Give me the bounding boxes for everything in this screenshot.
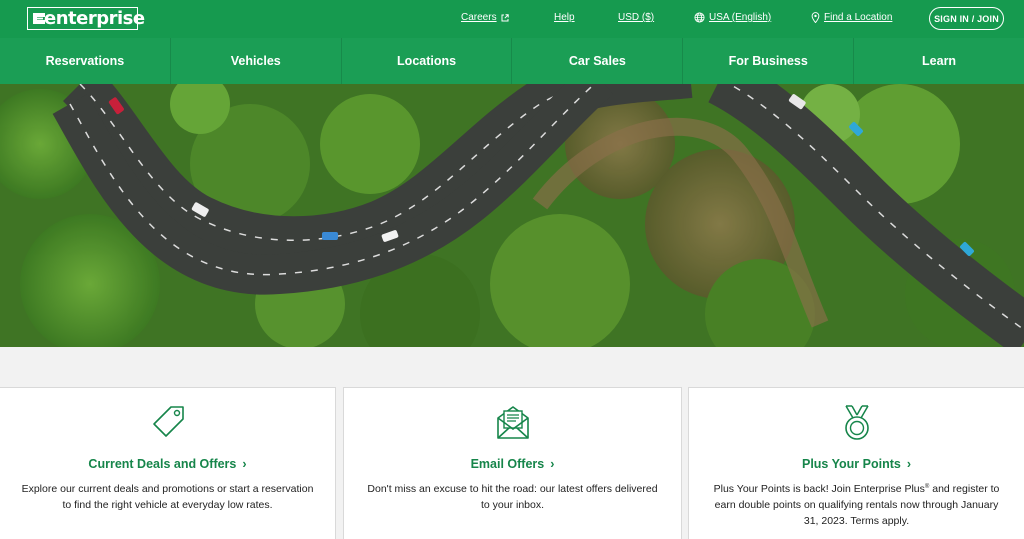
nav-item-reservations[interactable]: Reservations	[0, 38, 171, 84]
currency-selector[interactable]: USD ($)	[618, 12, 654, 23]
chevron-right-icon: ›	[550, 457, 555, 471]
email-offers-card-title[interactable]: Email Offers ›	[344, 457, 681, 471]
region-label: USA (English)	[709, 12, 772, 23]
enterprise-logo[interactable]: enterprise	[27, 7, 145, 30]
deals-card-title-text: Current Deals and Offers	[88, 457, 237, 471]
find-location-link[interactable]: Find a Location	[811, 12, 892, 23]
nav-item-learn[interactable]: Learn	[854, 38, 1024, 84]
careers-link[interactable]: Careers	[461, 12, 509, 23]
plus-points-card-title-text: Plus Your Points	[801, 457, 901, 471]
email-offers-card-description: Don't miss an excuse to hit the road: ou…	[367, 483, 658, 511]
utility-bar: enterprise Careers Help USD ($) USA (Eng…	[0, 0, 1024, 38]
find-location-label: Find a Location	[824, 12, 893, 23]
registered-mark: ®	[924, 484, 930, 490]
sign-in-join-button[interactable]: SIGN IN / JOIN	[929, 7, 1004, 30]
main-nav: Reservations Vehicles Locations Car Sale…	[0, 38, 1024, 84]
help-link[interactable]: Help	[554, 12, 575, 23]
help-label: Help	[554, 12, 575, 23]
careers-label: Careers	[461, 12, 497, 23]
external-link-icon	[501, 13, 509, 21]
medal-icon	[844, 405, 869, 440]
deals-card-description: Explore our current deals and promotions…	[21, 483, 314, 511]
chevron-right-icon: ›	[906, 457, 912, 471]
region-selector[interactable]: USA (English)	[694, 12, 771, 23]
plus-points-card-title[interactable]: Plus Your Points ›	[689, 457, 1024, 471]
nav-item-vehicles[interactable]: Vehicles	[171, 38, 342, 84]
email-envelope-icon	[496, 406, 529, 439]
location-pin-icon	[811, 12, 820, 23]
chevron-right-icon: ›	[242, 457, 247, 471]
plus-points-card[interactable]: Plus Your Points › Plus Your Points is ba…	[688, 387, 1024, 539]
hero-aerial-road-illustration	[0, 84, 1024, 347]
plus-points-card-description: Plus Your Points is back! Join Enterpris…	[689, 481, 1024, 529]
logo-text: enterprise	[44, 8, 145, 29]
nav-item-car-sales[interactable]: Car Sales	[512, 38, 684, 84]
nav-item-locations[interactable]: Locations	[342, 38, 513, 84]
nav-item-for-business[interactable]: For Business	[683, 38, 855, 84]
email-offers-card-title-text: Email Offers	[470, 457, 545, 471]
tag-icon	[152, 406, 184, 437]
currency-label: USD ($)	[618, 12, 655, 23]
globe-icon	[694, 12, 705, 23]
plus-points-body-part1: Plus Your Points is back! Join Enterpris…	[713, 483, 925, 495]
deals-card-title[interactable]: Current Deals and Offers ›	[0, 457, 335, 471]
deals-card[interactable]: Current Deals and Offers › Explore our cu…	[0, 387, 336, 539]
hero-image	[0, 84, 1024, 347]
email-offers-card[interactable]: Email Offers › Don't miss an excuse to hi…	[343, 387, 682, 539]
